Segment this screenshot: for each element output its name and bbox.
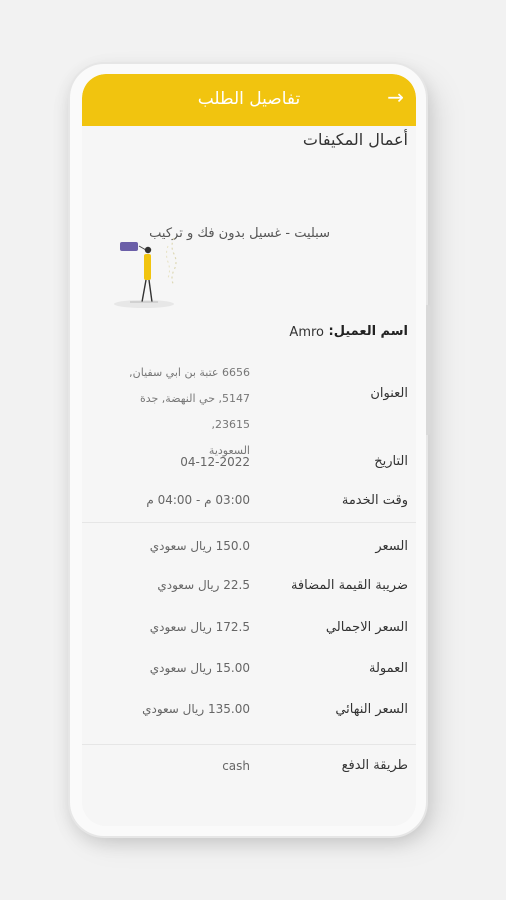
app-bar: تفاصيل الطلب → [82,74,416,126]
customer-label: اسم العميل: [328,324,408,339]
final-price-value: 135.00 ريال سعودي [142,702,250,716]
final-price-label: السعر النهائي [335,702,408,717]
payment-method-value: cash [222,759,250,773]
app-screen: تفاصيل الطلب → أعمال المكيفات سبليت - غس… [82,74,416,826]
vat-label: ضريبة القيمة المضافة [290,578,408,593]
total-value: 172.5 ريال سعودي [149,620,250,634]
time-label: وقت الخدمة [341,493,408,508]
date-value: 04-12-2022 [180,455,250,469]
commission-label: العمولة [368,661,408,676]
cleaning-illustration [114,237,177,308]
back-arrow-icon[interactable]: → [387,85,404,109]
time-value: 03:00 م - 04:00 م [146,493,250,507]
divider [82,522,416,523]
phone-side-button [426,305,431,435]
payment-method-label: طريقة الدفع [341,758,408,773]
commission-value: 15.00 ريال سعودي [149,661,250,675]
price-label: السعر [375,539,408,554]
address-label: العنوان [370,386,408,401]
service-category: أعمال المكيفات [302,130,408,149]
page-title: تفاصيل الطلب [197,89,301,109]
address-line: 5147, حي النهضة, جدة 23615, [139,392,250,431]
customer-name: Amro [289,325,324,340]
vat-value: 22.5 ريال سعودي [157,578,250,592]
address-value: 6656 عتبة بن ابي سفيان, 5147, حي النهضة,… [100,360,250,464]
date-label: التاريخ [374,454,408,469]
address-line: 6656 عتبة بن ابي سفيان, [129,366,250,379]
order-details: أعمال المكيفات سبليت - غسيل بدون فك و تر… [82,126,416,826]
divider [82,744,416,745]
total-label: السعر الاجمالي [325,620,408,635]
price-value: 150.0 ريال سعودي [149,539,250,553]
